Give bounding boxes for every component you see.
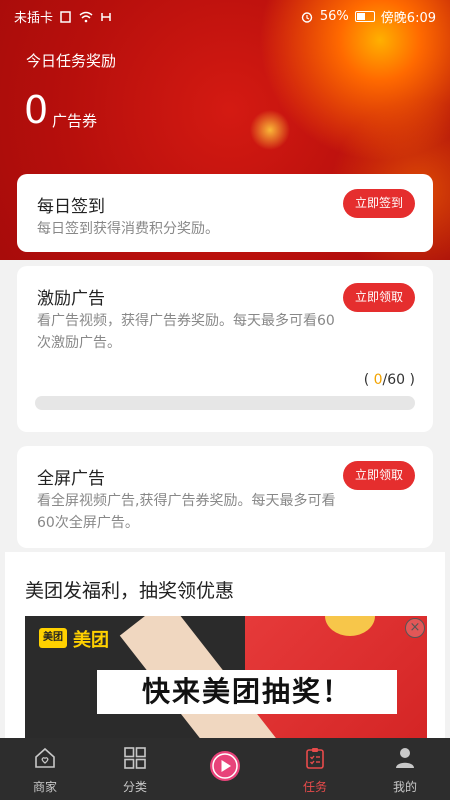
tab-label: 我的 xyxy=(392,780,417,794)
task-card-daily-checkin: 每日签到 每日签到获得消费积分奖励。 立即签到 xyxy=(17,174,433,252)
task-description: 看全屏视频广告,获得广告券奖励。每天最多可看60次全屏广告。 xyxy=(37,493,336,531)
reward-unit: 广告券 xyxy=(52,112,98,130)
home-heart-icon xyxy=(35,747,55,768)
promo-title: 美团发福利，抽奖领优惠 xyxy=(25,580,235,602)
tab-label: 分类 xyxy=(122,780,147,794)
meituan-logo-icon: 美团 xyxy=(39,628,67,648)
status-bar: 未插卡 56% 傍晚6:09 xyxy=(0,0,450,30)
reward-title: 今日任务奖励 xyxy=(26,52,117,70)
clock: 傍晚6:09 xyxy=(380,11,436,26)
claim-incentive-ad-button[interactable]: 立即领取 xyxy=(343,283,415,312)
task-card-fullscreen-ad: 全屏广告 看全屏视频广告,获得广告券奖励。每天最多可看60次全屏广告。 立即领取 xyxy=(17,446,433,548)
tab-play[interactable] xyxy=(180,738,270,800)
progress-bar xyxy=(35,396,415,410)
claim-fullscreen-ad-button[interactable]: 立即领取 xyxy=(343,461,415,490)
tab-tasks[interactable]: 任务 xyxy=(270,738,360,800)
progress-total: 60 xyxy=(387,372,406,388)
progress-current: 0 xyxy=(373,372,383,388)
grid-icon xyxy=(124,747,146,769)
battery-icon xyxy=(354,11,375,22)
tab-label: 商家 xyxy=(32,780,57,794)
tab-label: 任务 xyxy=(302,780,327,794)
battery-percent: 56% xyxy=(319,9,349,24)
tab-mine[interactable]: 我的 xyxy=(360,738,450,800)
clipboard-icon xyxy=(306,748,324,769)
alarm-icon xyxy=(301,11,313,23)
checkin-button[interactable]: 立即签到 xyxy=(343,189,415,218)
task-title: 每日签到 xyxy=(37,197,105,217)
person-icon xyxy=(396,748,414,768)
task-description: 每日签到获得消费积分奖励。 xyxy=(37,221,219,237)
header-light-effect xyxy=(250,110,290,150)
wifi-icon xyxy=(79,11,93,22)
task-title: 激励广告 xyxy=(37,289,105,309)
sim-icon xyxy=(60,10,71,23)
banner-brand: 美团 xyxy=(73,630,109,651)
tab-merchants[interactable]: 商家 xyxy=(0,738,90,800)
task-card-incentive-ad: 激励广告 看广告视频，获得广告券奖励。每天最多可看60次激励广告。 立即领取 (… xyxy=(17,266,433,432)
tab-categories[interactable]: 分类 xyxy=(90,738,180,800)
data-icon xyxy=(101,12,111,21)
play-icon xyxy=(210,751,240,781)
task-title: 全屏广告 xyxy=(37,469,105,489)
promo-section: 美团发福利，抽奖领优惠 美团 美团 快来美团抽奖！ × xyxy=(5,552,445,740)
task-description: 看广告视频，获得广告券奖励。每天最多可看60次激励广告。 xyxy=(37,313,335,351)
progress-count: ( 0/60 ) xyxy=(363,372,415,388)
reward-amount: 0 xyxy=(24,88,49,132)
banner-slogan: 快来美团抽奖！ xyxy=(97,670,397,714)
promo-banner[interactable]: 美团 美团 快来美团抽奖！ × xyxy=(25,616,427,740)
bottom-tab-bar: 商家 分类 任务 我的 xyxy=(0,738,450,800)
close-icon[interactable]: × xyxy=(405,618,425,638)
carrier-text: 未插卡 xyxy=(14,11,54,26)
